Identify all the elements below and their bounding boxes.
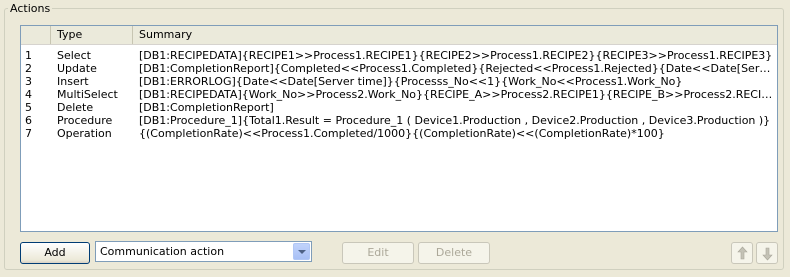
action-type-value: Communication action: [100, 245, 225, 258]
chevron-down-icon[interactable]: [293, 243, 310, 260]
row-type: Procedure: [57, 114, 113, 127]
table-row[interactable]: 4 MultiSelect [DB1:RECIPEDATA]{Work_No>>…: [21, 88, 777, 101]
row-summary: [DB1:CompletionReport]{Completed<<Proces…: [139, 62, 777, 75]
row-summary: {(CompletionRate)<<Process1.Completed/10…: [139, 127, 665, 140]
row-type: Insert: [57, 75, 89, 88]
delete-button[interactable]: Delete: [418, 242, 490, 264]
row-number: 6: [25, 114, 32, 127]
edit-button[interactable]: Edit: [342, 242, 414, 264]
action-type-select[interactable]: Communication action: [95, 241, 312, 262]
row-number: 5: [25, 101, 32, 114]
row-number: 3: [25, 75, 32, 88]
row-summary: [DB1:CompletionReport]: [139, 101, 274, 114]
row-number: 4: [25, 88, 32, 101]
row-summary: [DB1:ERRORLOG]{Date<<Date[Server time]}{…: [139, 75, 683, 88]
table-row[interactable]: 6 Procedure [DB1:Procedure_1]{Total1.Res…: [21, 114, 777, 127]
row-number: 7: [25, 127, 32, 140]
table-row[interactable]: 3 Insert [DB1:ERRORLOG]{Date<<Date[Serve…: [21, 75, 777, 88]
arrow-down-icon: [762, 247, 773, 261]
move-up-button[interactable]: [731, 242, 753, 264]
add-button[interactable]: Add: [20, 242, 90, 264]
table-row[interactable]: 2 Update [DB1:CompletionReport]{Complete…: [21, 62, 777, 75]
list-header: Type Summary: [21, 26, 777, 45]
row-type: Select: [57, 49, 91, 62]
row-type: Delete: [57, 101, 94, 114]
arrow-up-icon: [737, 246, 748, 260]
table-row[interactable]: 5 Delete [DB1:CompletionReport]: [21, 101, 777, 114]
row-summary: [DB1:RECIPEDATA]{RECIPE1>>Process1.RECIP…: [139, 49, 773, 62]
table-row[interactable]: 1 Select [DB1:RECIPEDATA]{RECIPE1>>Proce…: [21, 49, 777, 62]
row-summary: [DB1:Procedure_1]{Total1.Result = Proced…: [139, 114, 771, 127]
column-header-summary[interactable]: Summary: [133, 26, 777, 44]
row-type: Update: [57, 62, 97, 75]
column-header-number[interactable]: [21, 26, 51, 44]
row-type: MultiSelect: [57, 88, 118, 101]
column-header-type[interactable]: Type: [51, 26, 133, 44]
row-number: 2: [25, 62, 32, 75]
row-summary: [DB1:RECIPEDATA]{Work_No>>Process2.Work_…: [139, 88, 777, 101]
table-row[interactable]: 7 Operation {(CompletionRate)<<Process1.…: [21, 127, 777, 140]
move-down-button[interactable]: [756, 242, 778, 264]
row-number: 1: [25, 49, 32, 62]
actions-group-title: Actions: [8, 2, 53, 16]
row-type: Operation: [57, 127, 112, 140]
actions-list[interactable]: Type Summary 1 Select [DB1:RECIPEDATA]{R…: [20, 25, 778, 232]
